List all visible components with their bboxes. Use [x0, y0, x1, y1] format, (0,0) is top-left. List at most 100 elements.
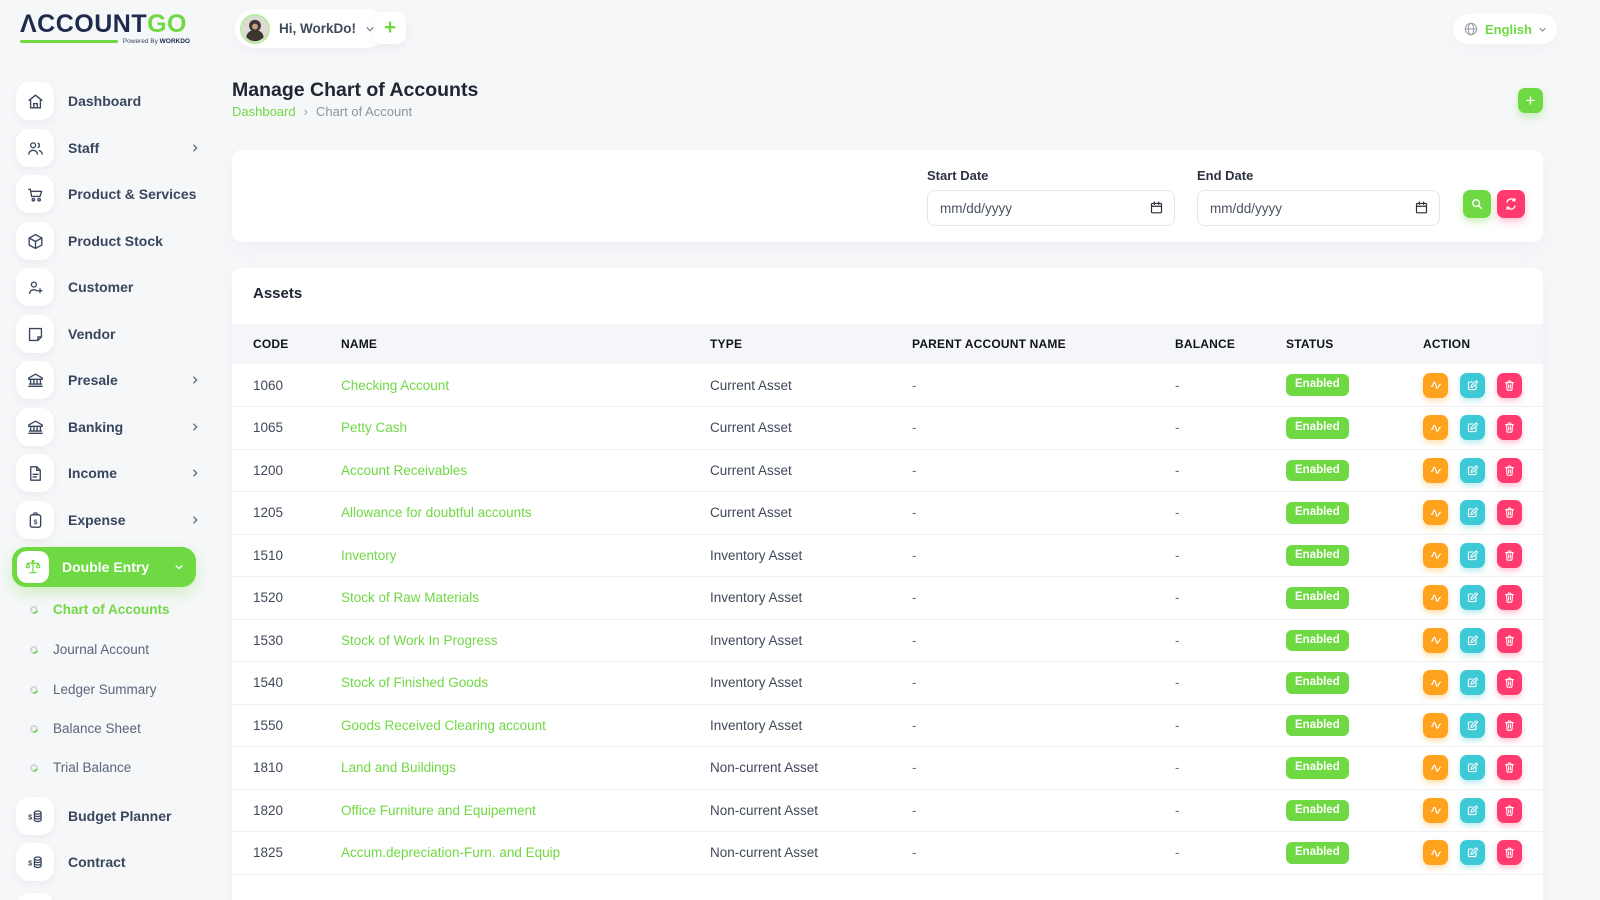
sidebar-subitem-trial-balance[interactable]: Trial Balance [30, 760, 208, 775]
transactions-button[interactable] [1423, 840, 1448, 865]
create-account-button[interactable]: + [1518, 88, 1543, 113]
edit-button[interactable] [1460, 713, 1485, 738]
edit-button[interactable] [1460, 670, 1485, 695]
account-name-link[interactable]: Allowance for doubtful accounts [341, 505, 532, 520]
edit-button[interactable] [1460, 543, 1485, 568]
table-row: 1200 Account Receivables Current Asset -… [232, 449, 1543, 492]
parent-account-name: - [891, 704, 1154, 747]
account-name-link[interactable]: Stock of Finished Goods [341, 675, 488, 690]
delete-button[interactable] [1497, 755, 1522, 780]
sidebar-item-budget-planner[interactable]: $ Budget Planner [16, 797, 208, 835]
sidebar-subitem-ledger-summary[interactable]: Ledger Summary [30, 682, 208, 697]
account-name-link[interactable]: Account Receivables [341, 463, 467, 478]
edit-button[interactable] [1460, 373, 1485, 398]
sidebar-item-presale[interactable]: Presale [16, 361, 208, 399]
search-button[interactable] [1463, 190, 1491, 218]
edit-button[interactable] [1460, 840, 1485, 865]
transactions-button[interactable] [1423, 415, 1448, 440]
sidebar-item-partial[interactable] [16, 893, 208, 900]
transactions-button[interactable] [1423, 670, 1448, 695]
language-selector[interactable]: English [1453, 14, 1557, 44]
transactions-button[interactable] [1423, 628, 1448, 653]
account-name-link[interactable]: Inventory [341, 548, 397, 563]
edit-button[interactable] [1460, 798, 1485, 823]
trash-icon [1503, 761, 1516, 774]
sidebar-item-dashboard[interactable]: Dashboard [16, 82, 208, 120]
delete-button[interactable] [1497, 713, 1522, 738]
delete-button[interactable] [1497, 500, 1522, 525]
edit-button[interactable] [1460, 500, 1485, 525]
sidebar-item-customer[interactable]: Customer [16, 268, 208, 306]
trash-icon [1503, 591, 1516, 604]
users-icon [16, 129, 54, 167]
sidebar-item-banking[interactable]: Banking [16, 408, 208, 446]
reset-button[interactable] [1497, 190, 1525, 218]
account-type: Current Asset [689, 364, 891, 407]
sidebar-item-expense[interactable]: $ Expense [16, 501, 208, 539]
account-type: Inventory Asset [689, 534, 891, 577]
start-date-input[interactable] [927, 190, 1175, 226]
sidebar-item-contract[interactable]: $ Contract [16, 843, 208, 881]
delete-button[interactable] [1497, 415, 1522, 440]
status-badge: Enabled [1286, 587, 1349, 609]
account-name-link[interactable]: Accum.depreciation-Furn. and Equip [341, 845, 560, 860]
sidebar-item-product-stock[interactable]: Product Stock [16, 222, 208, 260]
edit-button[interactable] [1460, 585, 1485, 610]
edit-button[interactable] [1460, 458, 1485, 483]
transactions-button[interactable] [1423, 755, 1448, 780]
edit-icon [1466, 804, 1479, 817]
transactions-button[interactable] [1423, 585, 1448, 610]
quick-add-button[interactable]: + [374, 12, 406, 44]
user-menu[interactable]: Hi, WorkDo! [235, 9, 387, 48]
trash-icon [1503, 549, 1516, 562]
sidebar-item-vendor[interactable]: Vendor [16, 315, 208, 353]
edit-button[interactable] [1460, 628, 1485, 653]
delete-button[interactable] [1497, 543, 1522, 568]
pulse-icon [1429, 421, 1443, 435]
account-name-link[interactable]: Goods Received Clearing account [341, 718, 546, 733]
delete-button[interactable] [1497, 670, 1522, 695]
status-badge: Enabled [1286, 672, 1349, 694]
sidebar-subitem-balance-sheet[interactable]: Balance Sheet [30, 721, 208, 736]
transactions-button[interactable] [1423, 543, 1448, 568]
transactions-button[interactable] [1423, 458, 1448, 483]
logo-underline [20, 40, 118, 43]
transactions-button[interactable] [1423, 798, 1448, 823]
transactions-button[interactable] [1423, 500, 1448, 525]
transactions-button[interactable] [1423, 713, 1448, 738]
sidebar-subitem-journal-account[interactable]: Journal Account [30, 642, 208, 657]
account-name-link[interactable]: Stock of Raw Materials [341, 590, 479, 605]
transactions-button[interactable] [1423, 373, 1448, 398]
edit-icon [1466, 591, 1479, 604]
sidebar-item-income[interactable]: Income [16, 454, 208, 492]
delete-button[interactable] [1497, 628, 1522, 653]
status-badge: Enabled [1286, 502, 1349, 524]
account-name-link[interactable]: Land and Buildings [341, 760, 456, 775]
breadcrumb-dashboard-link[interactable]: Dashboard [232, 104, 296, 119]
table-row: 1065 Petty Cash Current Asset - - Enable… [232, 407, 1543, 450]
app-logo[interactable]: ΛCCOUNTGO Powered By WORKDO [20, 11, 190, 45]
account-name-link[interactable]: Petty Cash [341, 420, 407, 435]
account-type: Non-current Asset [689, 789, 891, 832]
pulse-icon [1429, 548, 1443, 562]
delete-button[interactable] [1497, 585, 1522, 610]
end-date-field [1197, 190, 1440, 226]
account-name-link[interactable]: Office Furniture and Equipement [341, 803, 536, 818]
delete-button[interactable] [1497, 798, 1522, 823]
logo-accent: GO [147, 10, 187, 38]
sidebar-item-product-services[interactable]: Product & Services [16, 175, 208, 213]
delete-button[interactable] [1497, 373, 1522, 398]
sidebar-subitem-chart-of-accounts[interactable]: Chart of Accounts [30, 602, 208, 617]
edit-button[interactable] [1460, 755, 1485, 780]
status-badge: Enabled [1286, 842, 1349, 864]
pulse-icon [1429, 633, 1443, 647]
account-name-link[interactable]: Stock of Work In Progress [341, 633, 498, 648]
edit-button[interactable] [1460, 415, 1485, 440]
end-date-input[interactable] [1197, 190, 1440, 226]
sidebar-item-double-entry[interactable]: Double Entry [12, 547, 196, 587]
delete-button[interactable] [1497, 458, 1522, 483]
clipboard-dollar-icon: $ [16, 501, 54, 539]
delete-button[interactable] [1497, 840, 1522, 865]
sidebar-item-staff[interactable]: Staff [16, 129, 208, 167]
account-name-link[interactable]: Checking Account [341, 378, 449, 393]
